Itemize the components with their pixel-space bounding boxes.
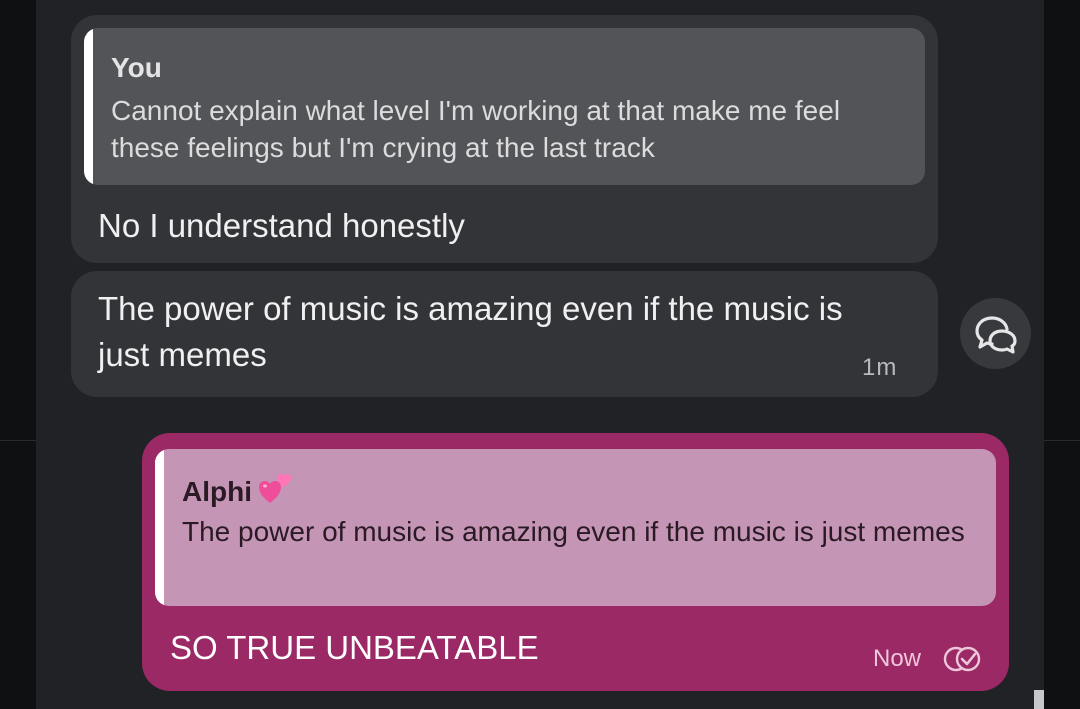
double-check-icon	[943, 646, 981, 672]
chat-bubbles-icon	[975, 316, 1017, 354]
left-edge	[0, 0, 36, 709]
quote-bar	[155, 449, 164, 606]
message-text: No I understand honestly	[98, 207, 465, 244]
two-hearts-icon	[258, 473, 294, 505]
quote-text: Cannot explain what level I'm working at…	[111, 95, 841, 163]
reaction-button[interactable]	[960, 298, 1031, 369]
message-text: SO TRUE UNBEATABLE	[170, 629, 539, 666]
quote-author-name: Alphi	[182, 476, 252, 507]
right-divider	[1044, 440, 1080, 441]
reply-quote[interactable]: You Cannot explain what level I'm workin…	[84, 28, 925, 185]
quote-text: The power of music is amazing even if th…	[182, 516, 965, 547]
quote-author: Alphi	[182, 473, 294, 508]
left-divider	[0, 440, 36, 441]
quote-author: You	[111, 52, 162, 83]
message-timestamp: Now	[873, 645, 922, 672]
right-edge	[1044, 0, 1080, 709]
message-timestamp: 1m	[862, 354, 898, 381]
scrollbar-thumb[interactable]	[1034, 690, 1044, 709]
quote-bar	[84, 28, 93, 185]
reply-quote[interactable]: Alphi The power of music is amazing even…	[155, 449, 996, 606]
message-text: The power of music is amazing even if th…	[98, 290, 843, 373]
